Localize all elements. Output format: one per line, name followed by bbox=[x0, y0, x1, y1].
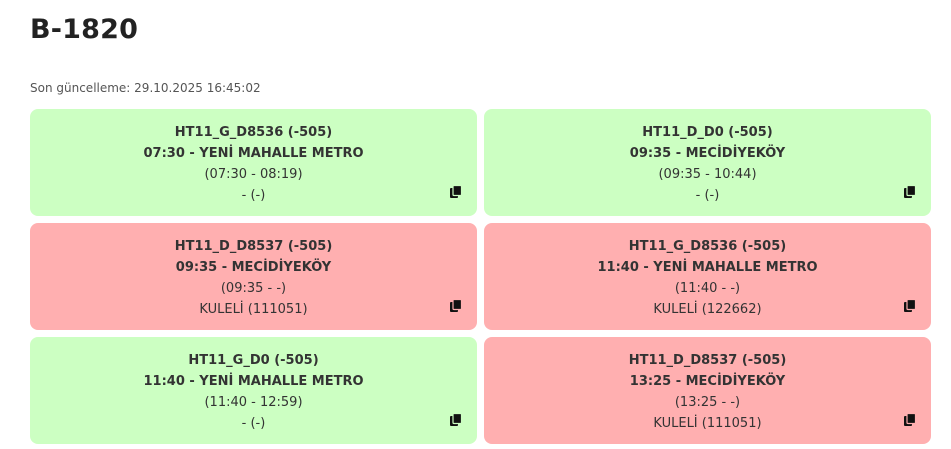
trip-location: - (-) bbox=[241, 188, 266, 203]
trip-code: HT11_G_D8536 (-505) bbox=[174, 125, 333, 140]
copy-icon[interactable] bbox=[903, 413, 917, 427]
copy-icon[interactable] bbox=[903, 299, 917, 313]
trip-code: HT11_G_D0 (-505) bbox=[188, 353, 319, 368]
trip-departure: 09:35 - MECİDİYEKÖY bbox=[175, 260, 332, 275]
trip-code: HT11_D_D8537 (-505) bbox=[174, 239, 333, 254]
last-updated-text: Son güncelleme: 29.10.2025 16:45:02 bbox=[30, 81, 261, 95]
trip-code: HT11_G_D8536 (-505) bbox=[628, 239, 787, 254]
trip-code: HT11_D_D8537 (-505) bbox=[628, 353, 787, 368]
copy-icon[interactable] bbox=[449, 299, 463, 313]
trip-time-range: (07:30 - 08:19) bbox=[204, 167, 303, 182]
trip-card[interactable]: HT11_G_D8536 (-505) 07:30 - YENİ MAHALLE… bbox=[30, 109, 477, 216]
trip-card[interactable]: HT11_G_D0 (-505) 11:40 - YENİ MAHALLE ME… bbox=[30, 337, 477, 444]
trip-card[interactable]: HT11_D_D0 (-505) 09:35 - MECİDİYEKÖY (09… bbox=[484, 109, 931, 216]
trip-departure: 09:35 - MECİDİYEKÖY bbox=[629, 146, 786, 161]
trip-location: KULELİ (122662) bbox=[653, 302, 762, 317]
trip-location: - (-) bbox=[241, 416, 266, 431]
trip-time-range: (11:40 - -) bbox=[674, 281, 741, 296]
trip-card[interactable]: HT11_D_D8537 (-505) 13:25 - MECİDİYEKÖY … bbox=[484, 337, 931, 444]
copy-icon[interactable] bbox=[449, 185, 463, 199]
trip-card[interactable]: HT11_D_D8537 (-505) 09:35 - MECİDİYEKÖY … bbox=[30, 223, 477, 330]
trip-location: KULELİ (111051) bbox=[199, 302, 308, 317]
trip-card[interactable]: HT11_G_D8536 (-505) 11:40 - YENİ MAHALLE… bbox=[484, 223, 931, 330]
trip-time-range: (13:25 - -) bbox=[674, 395, 741, 410]
trip-time-range: (09:35 - 10:44) bbox=[658, 167, 757, 182]
trip-departure: 11:40 - YENİ MAHALLE METRO bbox=[597, 260, 818, 275]
trip-location: KULELİ (111051) bbox=[653, 416, 762, 431]
copy-icon[interactable] bbox=[449, 413, 463, 427]
trip-card-grid: HT11_G_D8536 (-505) 07:30 - YENİ MAHALLE… bbox=[30, 109, 931, 444]
trip-departure: 11:40 - YENİ MAHALLE METRO bbox=[143, 374, 364, 389]
trip-time-range: (11:40 - 12:59) bbox=[204, 395, 303, 410]
page-title: B-1820 bbox=[30, 14, 139, 45]
trip-code: HT11_D_D0 (-505) bbox=[642, 125, 773, 140]
trip-departure: 13:25 - MECİDİYEKÖY bbox=[629, 374, 786, 389]
trip-location: - (-) bbox=[695, 188, 720, 203]
copy-icon[interactable] bbox=[903, 185, 917, 199]
trip-time-range: (09:35 - -) bbox=[220, 281, 287, 296]
trip-departure: 07:30 - YENİ MAHALLE METRO bbox=[143, 146, 364, 161]
